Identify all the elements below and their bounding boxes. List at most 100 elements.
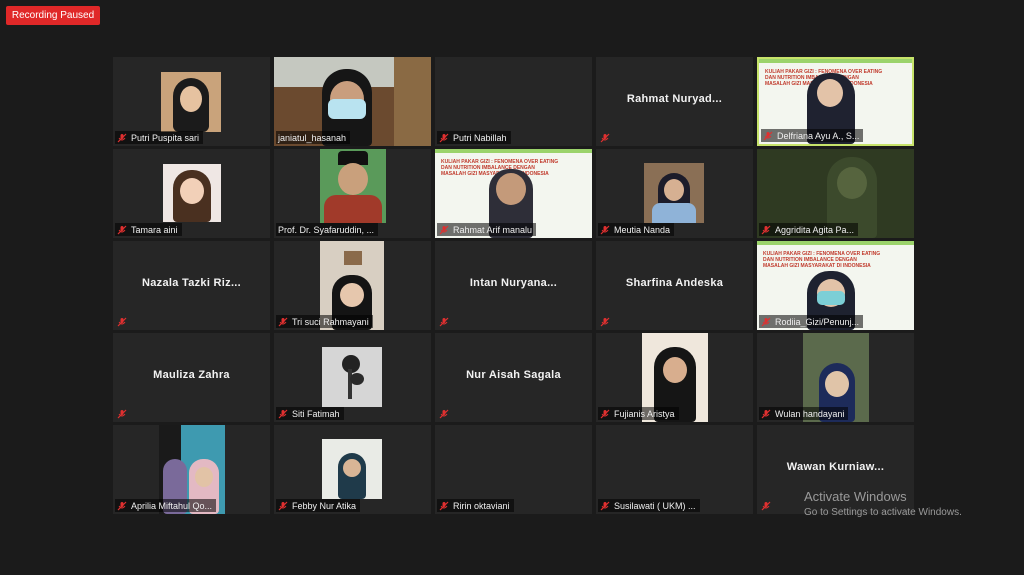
participant-tile[interactable]: Putri Puspita sari	[113, 57, 270, 146]
participant-video	[322, 439, 382, 499]
gallery-grid: Putri Puspita sari janiatul_hasanah Putr…	[113, 57, 914, 514]
participant-tile[interactable]: Fujianis Aristya	[596, 333, 753, 422]
participant-name: Febby Nur Atika	[292, 500, 357, 511]
participant-tile[interactable]: Intan Nuryana...	[435, 241, 592, 330]
participant-display-name: Intan Nuryana...	[469, 277, 558, 289]
participant-tile[interactable]: Febby Nur Atika	[274, 425, 431, 514]
participant-video	[163, 164, 221, 222]
participant-label: janiatul_hasanah	[276, 131, 351, 144]
mic-muted-icon	[439, 409, 449, 418]
participant-label: Delfriana Ayu A., S...	[761, 129, 864, 142]
participant-tile[interactable]: Tri suci Rahmayani	[274, 241, 431, 330]
participant-label	[759, 499, 779, 512]
participant-display-name: Sharfina Andeska	[625, 277, 724, 289]
mic-muted-icon	[763, 131, 773, 140]
mic-muted-icon	[117, 225, 127, 234]
participant-name: Susilawati ( UKM) ...	[614, 500, 696, 511]
participant-label	[598, 131, 618, 144]
mic-muted-icon	[117, 133, 127, 142]
mic-muted-icon	[278, 317, 288, 326]
mic-muted-icon	[761, 225, 771, 234]
participant-label: Febby Nur Atika	[276, 499, 361, 512]
participant-label: Susilawati ( UKM) ...	[598, 499, 700, 512]
participant-tile[interactable]: Putri Nabillah	[435, 57, 592, 146]
mic-muted-icon	[117, 317, 127, 326]
participant-label	[115, 315, 135, 328]
participant-tile[interactable]: KULIAH PAKAR GIZI : FENOMENA OVER EATING…	[757, 241, 914, 330]
participant-label: Meutia Nanda	[598, 223, 675, 236]
participant-name: Fujianis Aristya	[614, 408, 675, 419]
watermark-title: Activate Windows	[804, 489, 907, 504]
participant-tile[interactable]: Mauliza Zahra	[113, 333, 270, 422]
participant-name: Tri suci Rahmayani	[292, 316, 369, 327]
participant-label: Fujianis Aristya	[598, 407, 679, 420]
mic-muted-icon	[600, 501, 610, 510]
participant-video	[161, 72, 221, 132]
participant-tile[interactable]: Nur Aisah Sagala	[435, 333, 592, 422]
mic-muted-icon	[600, 133, 610, 142]
mic-muted-icon	[439, 501, 449, 510]
participant-tile[interactable]: janiatul_hasanah	[274, 57, 431, 146]
participant-label: Tri suci Rahmayani	[276, 315, 373, 328]
watermark-subtitle: Go to Settings to activate Windows.	[804, 507, 962, 518]
mic-muted-icon	[761, 501, 771, 510]
participant-tile[interactable]: Aprilia Miftahul Qo...	[113, 425, 270, 514]
participant-label: Putri Puspita sari	[115, 131, 204, 144]
participant-video	[322, 347, 382, 407]
participant-display-name: Nazala Tazki Riz...	[141, 277, 242, 289]
participant-name: Aprilia Miftahul Qo...	[131, 500, 213, 511]
participant-tile-active-speaker[interactable]: KULIAH PAKAR GIZI : FENOMENA OVER EATING…	[757, 57, 914, 146]
mic-muted-icon	[600, 225, 610, 234]
slide-header-bar	[757, 241, 914, 245]
participant-display-name: Rahmat Nuryad...	[626, 93, 723, 105]
participant-label	[437, 315, 457, 328]
participant-name: Siti Fatimah	[292, 408, 340, 419]
participant-label: Prof. Dr. Syafaruddin, ...	[276, 223, 379, 236]
mic-muted-icon	[278, 409, 288, 418]
slide-header-bar	[435, 149, 592, 153]
participant-name: Ririn oktaviani	[453, 500, 510, 511]
participant-label	[437, 407, 457, 420]
mic-muted-icon	[761, 409, 771, 418]
participant-name: Prof. Dr. Syafaruddin, ...	[278, 224, 375, 235]
mic-muted-icon	[439, 133, 449, 142]
mic-muted-icon	[117, 501, 127, 510]
participant-display-name: Wawan Kurniaw...	[786, 461, 885, 473]
participant-tile[interactable]: KULIAH PAKAR GIZI : FENOMENA OVER EATING…	[435, 149, 592, 238]
mic-muted-icon	[278, 501, 288, 510]
slide-title: KULIAH PAKAR GIZI : FENOMENA OVER EATING…	[763, 251, 881, 269]
participant-video	[644, 163, 704, 223]
participant-tile[interactable]: Prof. Dr. Syafaruddin, ...	[274, 149, 431, 238]
recording-paused-badge[interactable]: Recording Paused	[6, 6, 100, 25]
mic-muted-icon	[600, 317, 610, 326]
participant-label: Tamara aini	[115, 223, 182, 236]
participant-label: Rodiia_Gizi/Penunj...	[759, 315, 864, 328]
participant-label: Ririn oktaviani	[437, 499, 514, 512]
mic-muted-icon	[600, 409, 610, 418]
participant-tile[interactable]: Meutia Nanda	[596, 149, 753, 238]
participant-name: Tamara aini	[131, 224, 178, 235]
participant-video	[320, 149, 386, 223]
mic-muted-icon	[439, 317, 449, 326]
participant-name: Delfriana Ayu A., S...	[777, 130, 860, 141]
participant-tile[interactable]: Ririn oktaviani	[435, 425, 592, 514]
participant-tile[interactable]: Wulan handayani	[757, 333, 914, 422]
participant-tile[interactable]: Rahmat Nuryad...	[596, 57, 753, 146]
participant-tile[interactable]: Nazala Tazki Riz...	[113, 241, 270, 330]
participant-name: Aggridita Agita Pa...	[775, 224, 855, 235]
participant-name: Putri Puspita sari	[131, 132, 200, 143]
participant-name: Rahmat Arif manalu	[453, 224, 533, 235]
participant-name: Wulan handayani	[775, 408, 845, 419]
participant-label: Rahmat Arif manalu	[437, 223, 537, 236]
participant-tile[interactable]: Aggridita Agita Pa...	[757, 149, 914, 238]
participant-label: Putri Nabillah	[437, 131, 511, 144]
participant-name: janiatul_hasanah	[278, 132, 347, 143]
participant-name: Putri Nabillah	[453, 132, 507, 143]
participant-tile[interactable]: Tamara aini	[113, 149, 270, 238]
mic-muted-icon	[761, 317, 771, 326]
participant-tile[interactable]: Siti Fatimah	[274, 333, 431, 422]
participant-tile[interactable]: Susilawati ( UKM) ...	[596, 425, 753, 514]
participant-tile[interactable]: Sharfina Andeska	[596, 241, 753, 330]
participant-label	[115, 407, 135, 420]
mic-muted-icon	[117, 409, 127, 418]
